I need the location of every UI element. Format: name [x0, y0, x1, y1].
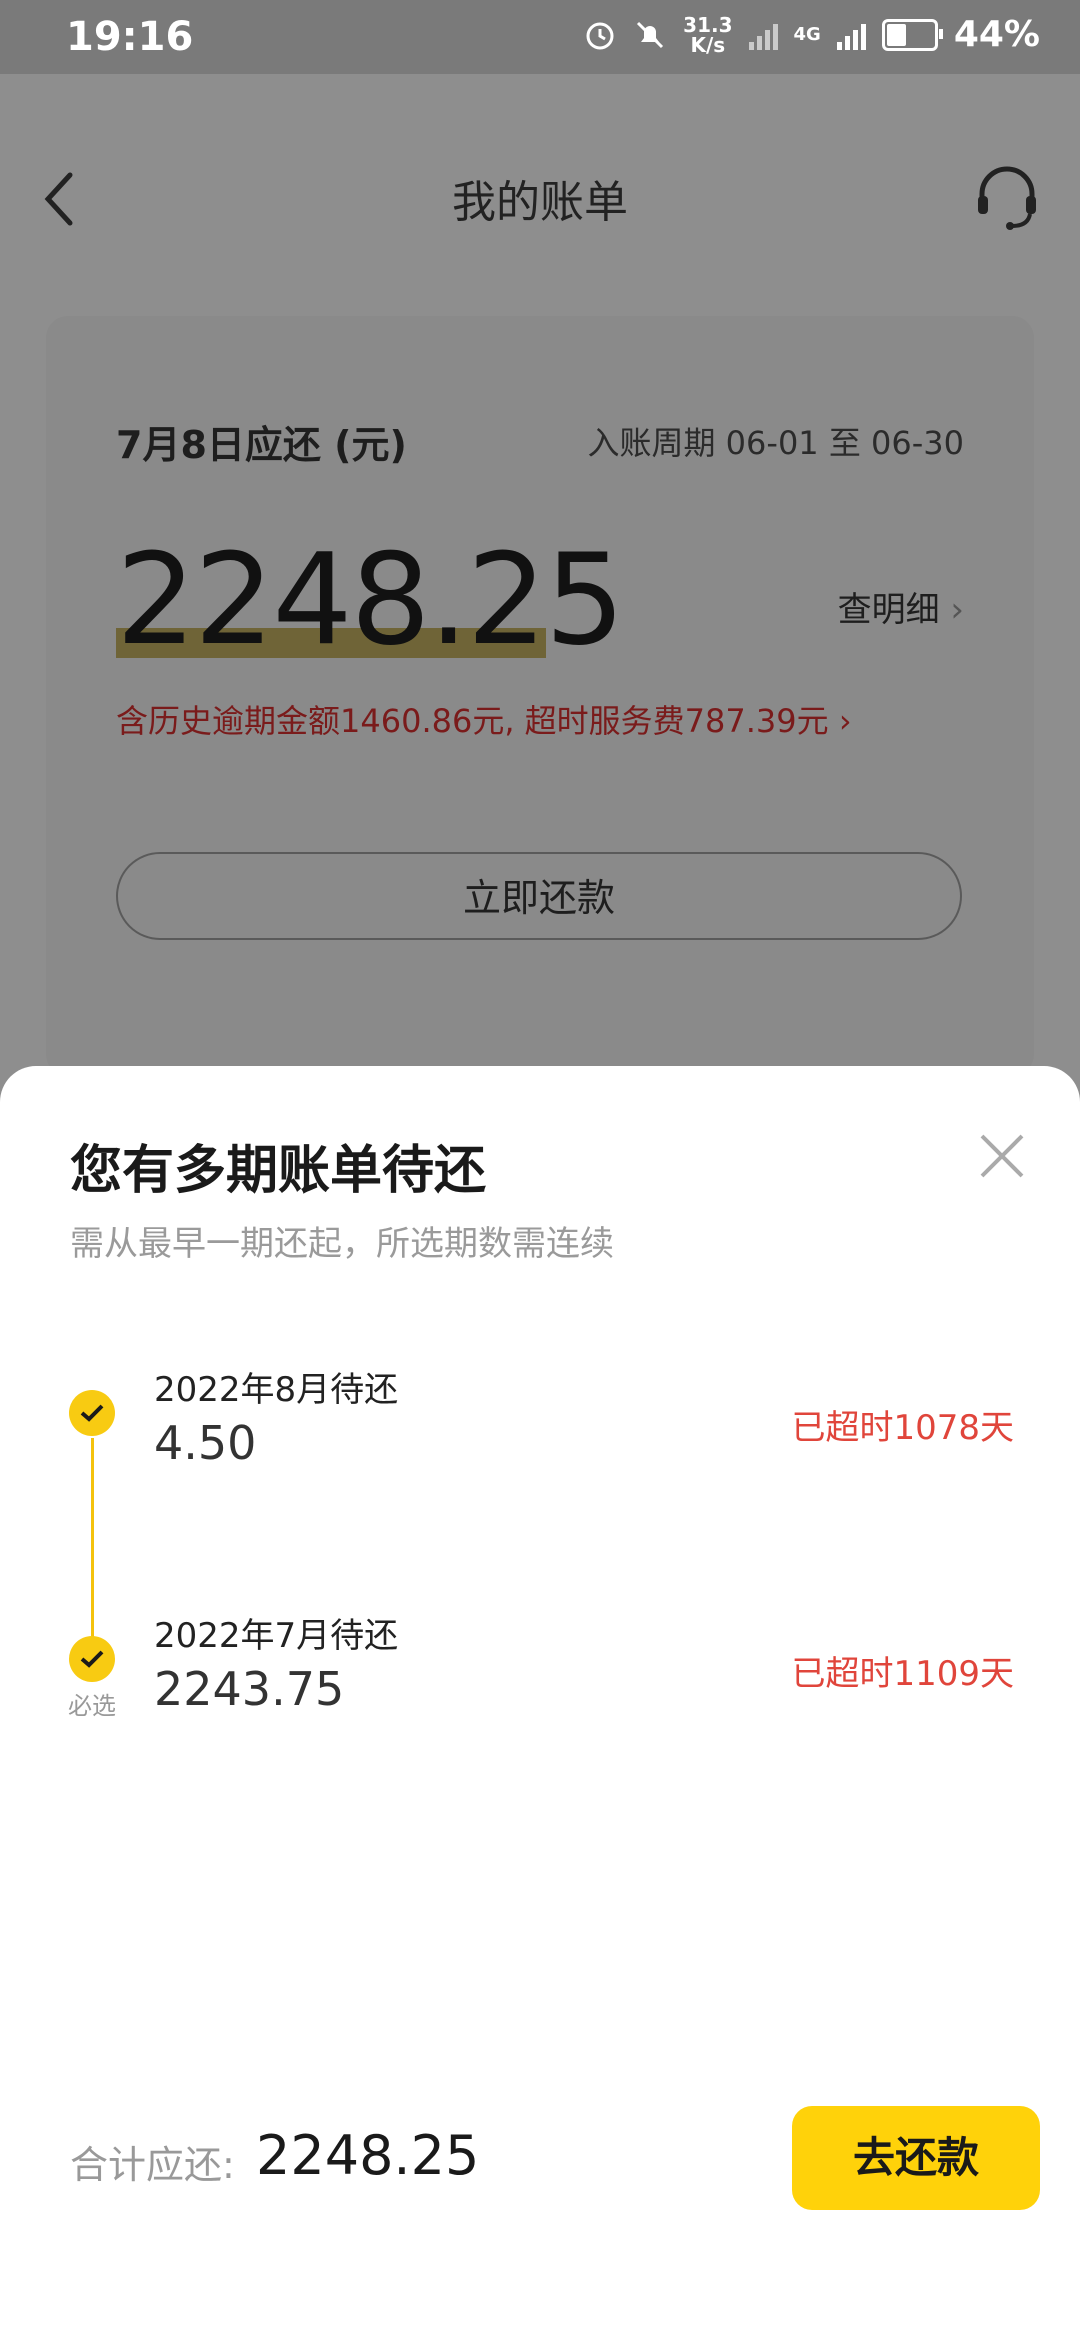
chevron-right-icon: ›: [838, 702, 852, 740]
billing-period: 入账周期 06-01 至 06-30: [587, 424, 965, 462]
view-details-link[interactable]: 查明细 ›: [838, 582, 964, 631]
overdue-note-text: 含历史逾期金额1460.86元, 超时服务费787.39元: [116, 702, 829, 740]
alarm-icon: [586, 22, 614, 49]
status-bar: 19:16 31.3 K/s 4G 44%: [0, 0, 1080, 74]
overdue-status: 已超时1078天: [791, 1408, 1014, 1448]
overdue-note-link[interactable]: 含历史逾期金额1460.86元, 超时服务费787.39元 ›: [116, 696, 852, 742]
status-time: 19:16: [66, 14, 194, 60]
checkbox-checked-icon[interactable]: [69, 1636, 115, 1682]
total-amount: 2248.25: [256, 2124, 480, 2187]
pay-now-button[interactable]: 立即还款: [116, 852, 962, 940]
multi-bill-sheet: 您有多期账单待还 需从最早一期还起，所选期数需连续 2022年8月待还 4.50…: [0, 1066, 1080, 2340]
battery-percent: 44%: [953, 14, 1040, 55]
due-date-label: 7月8日应还 (元): [116, 423, 407, 467]
go-pay-button[interactable]: 去还款: [792, 2106, 1040, 2210]
sheet-title: 您有多期账单待还: [70, 1141, 487, 1201]
net-speed-unit: K/s: [690, 32, 726, 57]
status-icons: 31.3 K/s 4G 44%: [583, 14, 1040, 55]
bill-period-label: 2022年7月待还: [154, 1616, 399, 1656]
bill-amount: 4.50: [154, 1416, 257, 1470]
required-tag: 必选: [68, 1692, 116, 1720]
overdue-status: 已超时1109天: [791, 1654, 1014, 1694]
bill-amount: 2243.75: [154, 1662, 345, 1716]
mute-bell-icon: [637, 21, 664, 48]
page-title: 我的账单: [452, 177, 628, 228]
net-speed: 31.3 K/s: [683, 15, 732, 55]
close-icon[interactable]: [974, 1128, 1030, 1184]
view-details-label: 查明细: [837, 590, 940, 630]
cell-signal-icon: [836, 20, 866, 50]
chevron-right-icon: ›: [950, 590, 964, 630]
bill-period-label: 2022年8月待还: [154, 1370, 399, 1410]
net-speed-value: 31.3: [683, 12, 733, 37]
battery-icon: [881, 18, 943, 51]
amount-due: 2248.25: [116, 526, 625, 673]
customer-service-icon[interactable]: [972, 164, 1042, 234]
total-label: 合计应还:: [70, 2143, 235, 2187]
page-header: 我的账单: [0, 74, 1080, 314]
bill-summary-card: 7月8日应还 (元) 入账周期 06-01 至 06-30 2248.25 查明…: [46, 316, 1034, 1076]
wifi-signal-icon: [748, 20, 778, 50]
sheet-subtitle: 需从最早一期还起，所选期数需连续: [70, 1224, 614, 1264]
checkbox-checked-icon[interactable]: [69, 1390, 115, 1436]
network-type: 4G: [793, 24, 821, 45]
